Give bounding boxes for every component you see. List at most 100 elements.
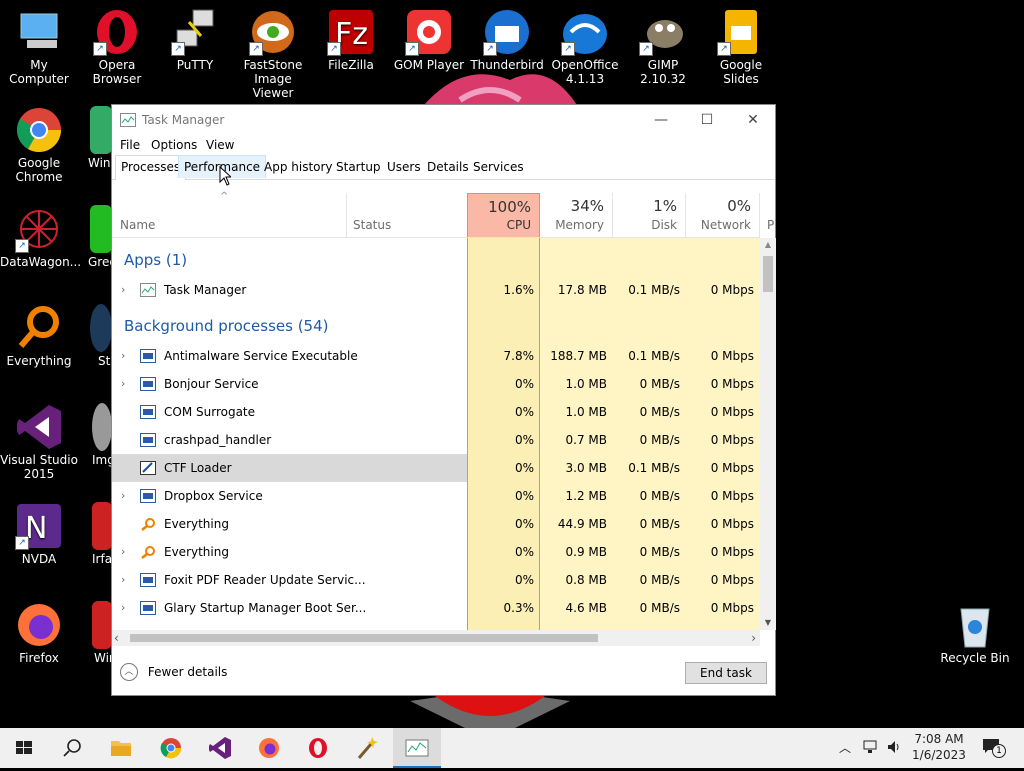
show-hidden-icons-chevron-icon[interactable]: ︿ (839, 739, 851, 756)
desktop-icon-recycle-bin[interactable]: Recycle Bin (936, 601, 1014, 665)
taskbar-chrome[interactable] (147, 728, 195, 768)
taskbar-wand-app[interactable] (343, 728, 391, 768)
desktop-icon-datawagon[interactable]: ↗ DataWagon... (0, 205, 81, 269)
column-header-status[interactable]: Status (347, 193, 467, 237)
tab-users[interactable]: Users (381, 155, 427, 178)
desktop-icon-nvda[interactable]: N ↗ NVDA (0, 502, 78, 566)
menu-file[interactable]: File (120, 138, 140, 152)
vertical-scroll-thumb[interactable] (763, 256, 773, 292)
close-button[interactable]: ✕ (730, 105, 776, 135)
desktop-icon-chrome[interactable]: Google Chrome (0, 106, 78, 184)
chevron-right-icon[interactable]: › (121, 342, 125, 370)
volume-icon[interactable] (886, 740, 902, 754)
tab-processes[interactable]: Processes (115, 155, 187, 180)
search-button[interactable] (48, 728, 96, 768)
tab-app-history[interactable]: App history (258, 155, 339, 178)
memory-value: 0.8 MB (565, 573, 607, 587)
chevron-right-icon[interactable]: › (121, 370, 125, 398)
taskbar-firefox[interactable] (245, 728, 293, 768)
taskbar-task-manager[interactable] (393, 728, 441, 768)
column-header-row: ^ Name Status 100% CPU 34% Memory 1% Dis… (112, 191, 774, 238)
table-row[interactable]: › Task Manager 1.6% 17.8 MB 0.1 MB/s 0 M… (112, 276, 760, 304)
desktop-icon-irfan-partial[interactable]: Irfan (78, 502, 112, 566)
start-button[interactable] (0, 728, 48, 768)
table-row[interactable]: › Bonjour Service 0% 1.0 MB 0 MB/s 0 Mbp… (112, 370, 760, 398)
clock[interactable]: 7:08 AM 1/6/2023 (908, 731, 970, 763)
taskbar-file-explorer[interactable] (97, 728, 145, 768)
windows-logo-icon (16, 741, 32, 754)
chevron-right-icon[interactable]: › (121, 276, 125, 304)
table-row-selected[interactable]: CTF Loader 0% 3.0 MB 0.1 MB/s 0 Mbps (112, 454, 760, 482)
desktop-icon-win-partial-2[interactable]: Win (78, 601, 112, 665)
scroll-down-arrow[interactable]: ▼ (760, 616, 776, 630)
chrome-icon (160, 738, 182, 759)
app-icon (92, 601, 112, 649)
column-header-power-partial[interactable]: P (760, 193, 776, 237)
maximize-button[interactable]: ☐ (684, 105, 730, 135)
horizontal-scrollbar[interactable]: ‹ › (112, 630, 760, 646)
desktop-icon-openoffice[interactable]: ↗ OpenOffice 4.1.13 (546, 8, 624, 86)
desktop-icon-visual-studio[interactable]: Visual Studio 2015 (0, 403, 78, 481)
vertical-scrollbar[interactable]: ▲ ▼ (760, 238, 776, 630)
desktop-icon-gree-partial[interactable]: Gree (78, 205, 112, 269)
fewer-details-toggle[interactable]: ︿ Fewer details (120, 663, 227, 683)
desktop-icon-filezilla[interactable]: Fz ↗ FileZilla (312, 8, 390, 72)
chevron-right-icon[interactable]: › (121, 538, 125, 566)
tab-services[interactable]: Services (467, 155, 530, 178)
network-value: 0 Mbps (710, 601, 754, 615)
desktop-icon-win-partial[interactable]: Win (78, 106, 112, 170)
network-label: Network (700, 218, 751, 232)
scroll-up-arrow[interactable]: ▲ (760, 238, 776, 252)
table-row[interactable]: › Foxit PDF Reader Update Servic... 0% 0… (112, 566, 760, 594)
desktop-icon-st-partial[interactable]: St (78, 304, 112, 368)
cpu-value: 0.3% (503, 601, 535, 615)
disk-value: 0 MB/s (639, 545, 680, 559)
scroll-right-arrow[interactable]: › (751, 630, 756, 646)
table-row[interactable]: › Glary Startup Manager Boot Ser... 0.3%… (112, 594, 760, 622)
menu-view[interactable]: View (206, 138, 234, 152)
apps-group-header[interactable]: Apps (1) (124, 251, 187, 269)
thunderbird-icon: ↗ (483, 8, 531, 56)
chevron-right-icon[interactable]: › (121, 566, 125, 594)
column-header-memory[interactable]: 34% Memory (540, 193, 613, 237)
chevron-right-icon[interactable]: › (121, 594, 125, 622)
taskbar-visual-studio[interactable] (196, 728, 244, 768)
taskbar-opera[interactable] (294, 728, 342, 768)
desktop-icon-gimp[interactable]: ↗ GIMP 2.10.32 (624, 8, 702, 86)
desktop-icon-everything[interactable]: Everything (0, 304, 78, 368)
process-name: Task Manager (164, 283, 247, 297)
desktop-icon-img-partial[interactable]: Img (78, 403, 112, 467)
desktop-icon-opera[interactable]: ↗ Opera Browser (78, 8, 156, 86)
desktop-icon-gom[interactable]: ↗ GOM Player (390, 8, 468, 72)
column-header-disk[interactable]: 1% Disk (613, 193, 686, 237)
horizontal-scroll-thumb[interactable] (130, 634, 598, 642)
desktop-icon-my-computer[interactable]: My Computer (0, 8, 78, 86)
desktop-icon-google-slides[interactable]: ↗ Google Slides (702, 8, 780, 86)
table-row[interactable]: crashpad_handler 0% 0.7 MB 0 MB/s 0 Mbps (112, 426, 760, 454)
desktop-icon-faststone[interactable]: ↗ FastStone Image Viewer (234, 8, 312, 100)
chevron-right-icon[interactable]: › (121, 482, 125, 510)
column-header-cpu[interactable]: 100% CPU (467, 193, 540, 237)
minimize-button[interactable]: — (638, 105, 684, 135)
table-row[interactable]: › Dropbox Service 0% 1.2 MB 0 MB/s 0 Mbp… (112, 482, 760, 510)
notification-center-button[interactable]: 1 (982, 738, 1006, 758)
background-group-header[interactable]: Background processes (54) (124, 317, 329, 335)
desktop-icon-putty[interactable]: ↗ PuTTY (156, 8, 234, 72)
tab-startup[interactable]: Startup (330, 155, 387, 178)
network-value: 0 Mbps (710, 517, 754, 531)
table-row[interactable]: › Antimalware Service Executable 7.8% 18… (112, 342, 760, 370)
title-bar[interactable]: Task Manager — ☐ ✕ (112, 105, 775, 135)
table-row[interactable]: › Everything 0% 0.9 MB 0 MB/s 0 Mbps (112, 538, 760, 566)
table-row[interactable]: Everything 0% 44.9 MB 0 MB/s 0 Mbps (112, 510, 760, 538)
disk-value: 0 MB/s (639, 405, 680, 419)
column-header-network[interactable]: 0% Network (686, 193, 760, 237)
network-icon[interactable] (862, 740, 878, 754)
disk-value: 0.1 MB/s (628, 283, 680, 297)
desktop-icon-firefox[interactable]: Firefox (0, 601, 78, 665)
column-header-name[interactable]: Name (112, 193, 347, 237)
end-task-button[interactable]: End task (685, 662, 767, 684)
scroll-left-arrow[interactable]: ‹ (114, 630, 119, 646)
menu-options[interactable]: Options (151, 138, 197, 152)
desktop-icon-thunderbird[interactable]: ↗ Thunderbird (468, 8, 546, 72)
table-row[interactable]: COM Surrogate 0% 1.0 MB 0 MB/s 0 Mbps (112, 398, 760, 426)
